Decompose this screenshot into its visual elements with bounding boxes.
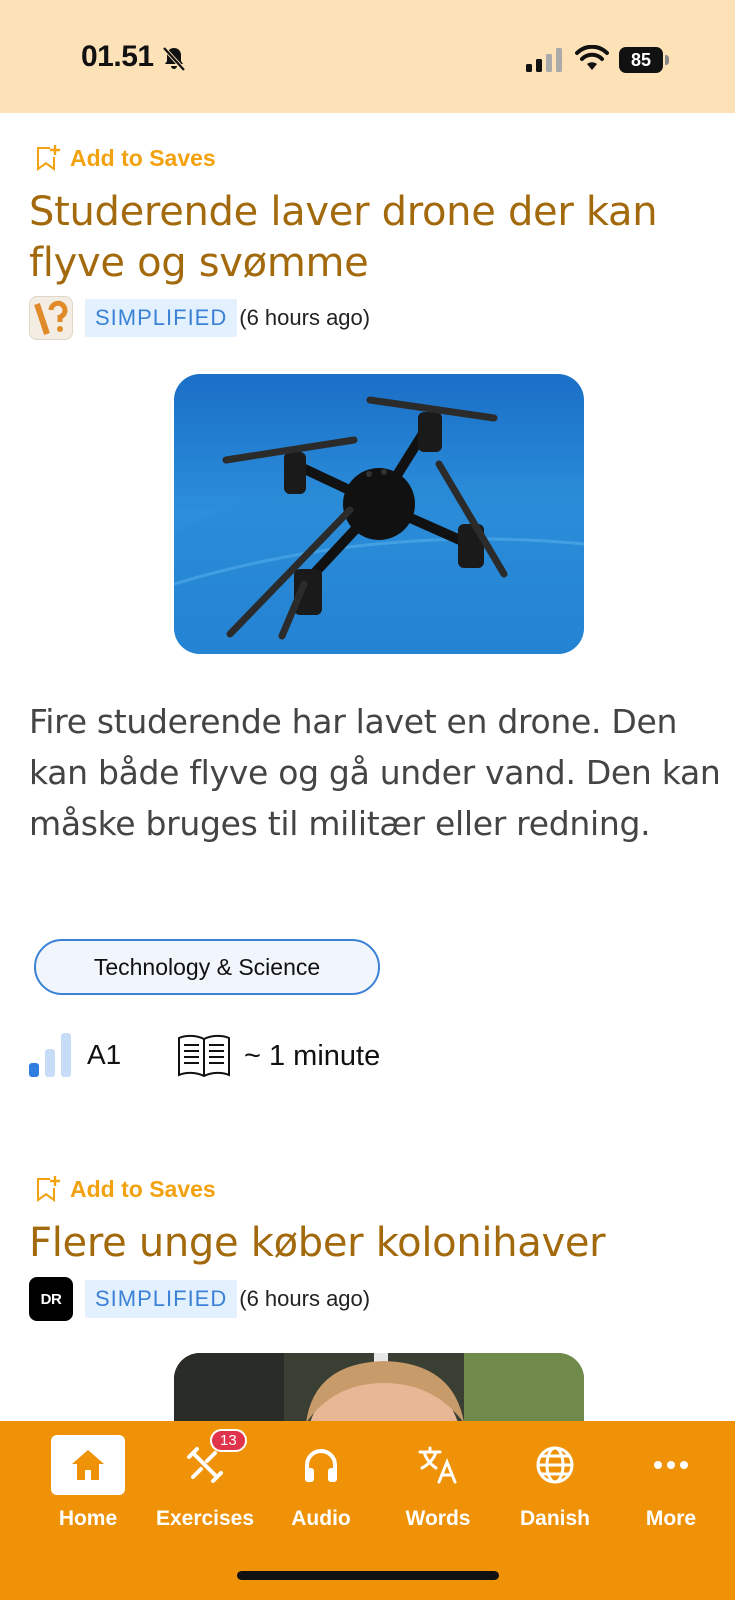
article-summary: Fire studerende har lavet en drone. Den … <box>29 702 721 843</box>
simplified-badge: SIMPLIFIED <box>85 1280 238 1318</box>
nav-words-label: Words <box>405 1507 471 1530</box>
nav-danish-label: Danish <box>519 1507 590 1530</box>
status-time: 01.51 <box>81 40 154 73</box>
article-meta: DR SIMPLIFIED (6 hours ago) <box>29 1277 370 1321</box>
bookmark-add-icon <box>37 145 60 171</box>
article-title[interactable]: Studerende laver drone der kan flyve og … <box>29 187 719 289</box>
topic-chip[interactable]: Technology & Science <box>34 939 380 995</box>
home-indicator[interactable] <box>237 1571 499 1580</box>
nav-danish[interactable]: Danish <box>497 1435 613 1555</box>
nav-exercises-label: Exercises <box>155 1507 255 1530</box>
source-logo-graphic <box>34 300 68 335</box>
bookmark-add-icon <box>37 1176 60 1202</box>
article-title[interactable]: Flere unge køber kolonihaver <box>29 1218 719 1269</box>
battery-tip <box>665 55 669 65</box>
bell-muted-icon <box>162 46 186 72</box>
time-ago: (6 hours ago) <box>239 305 371 330</box>
more-icon <box>654 1461 688 1469</box>
nav-home[interactable]: Home <box>30 1435 146 1555</box>
book-icon <box>178 1034 230 1078</box>
globe-icon <box>536 1446 574 1484</box>
time-ago: (6 hours ago) <box>239 1286 371 1311</box>
add-to-saves-label: Add to Saves <box>70 1175 216 1202</box>
exercises-badge: 13 <box>210 1429 247 1452</box>
read-time-label: ~ 1 minute <box>244 1039 381 1072</box>
add-to-saves-button[interactable]: Add to Saves <box>34 143 216 173</box>
add-to-saves-button[interactable]: Add to Saves <box>34 1174 216 1204</box>
simplified-badge: SIMPLIFIED <box>85 299 238 337</box>
drone-photo <box>174 374 584 654</box>
wifi-icon <box>575 45 609 70</box>
level-bars-icon <box>29 1033 71 1077</box>
source-logo: DR <box>29 1277 73 1321</box>
read-time: ~ 1 minute <box>176 1033 380 1079</box>
nav-audio-label: Audio <box>291 1507 351 1530</box>
nav-home-label: Home <box>58 1507 118 1530</box>
home-icon <box>72 1450 104 1480</box>
bottom-navigation: Home 13 Exercises Audio Words Danish Mor… <box>0 1421 735 1600</box>
cellular-signal-icon <box>526 48 562 72</box>
nav-exercises[interactable]: 13 Exercises <box>147 1429 263 1555</box>
level-label: A1 <box>87 1039 122 1070</box>
battery-level: 85 <box>619 47 663 73</box>
nav-more-label: More <box>645 1507 697 1530</box>
headphones-icon <box>305 1449 337 1482</box>
nav-audio[interactable]: Audio <box>263 1435 379 1555</box>
article-meta: SIMPLIFIED (6 hours ago) <box>29 296 370 340</box>
status-bar: 01.51 85 <box>0 0 735 113</box>
nav-more[interactable]: More <box>613 1435 729 1555</box>
difficulty-level: A1 <box>29 1033 121 1077</box>
battery-indicator: 85 <box>619 47 669 73</box>
translate-icon <box>418 1446 457 1484</box>
add-to-saves-label: Add to Saves <box>70 144 216 171</box>
article-image[interactable] <box>174 374 584 654</box>
nav-words[interactable]: Words <box>380 1435 496 1555</box>
source-logo <box>29 296 73 340</box>
